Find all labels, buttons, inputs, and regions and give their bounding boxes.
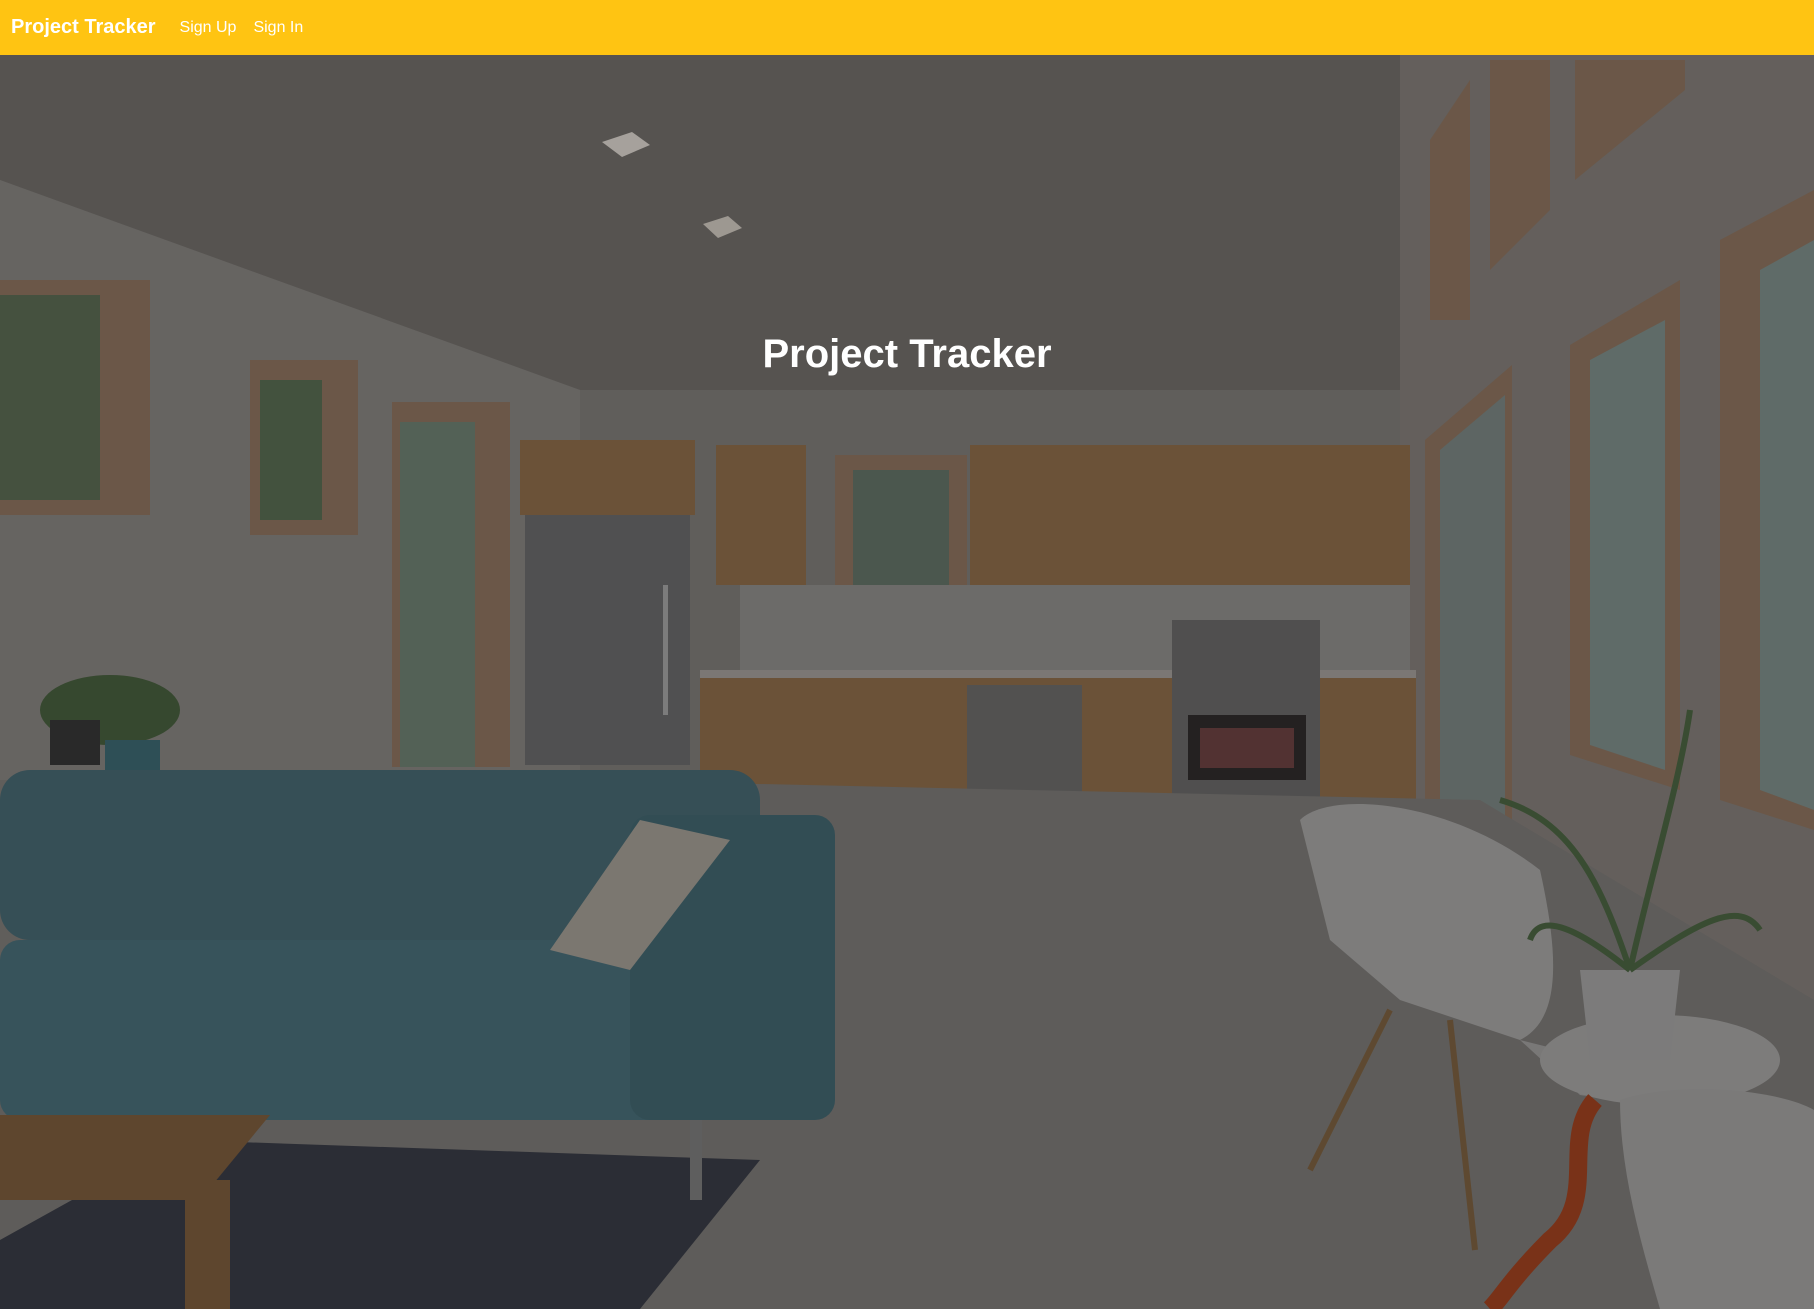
top-navbar: Project Tracker Sign Up Sign In bbox=[0, 0, 1814, 55]
sign-in-link[interactable]: Sign In bbox=[253, 19, 303, 37]
hero-title: Project Tracker bbox=[762, 331, 1052, 376]
hero-section: Project Tracker bbox=[0, 55, 1814, 1309]
brand-link[interactable]: Project Tracker bbox=[11, 16, 156, 39]
hero-background-image bbox=[0, 55, 1814, 1309]
sign-up-link[interactable]: Sign Up bbox=[180, 19, 237, 37]
